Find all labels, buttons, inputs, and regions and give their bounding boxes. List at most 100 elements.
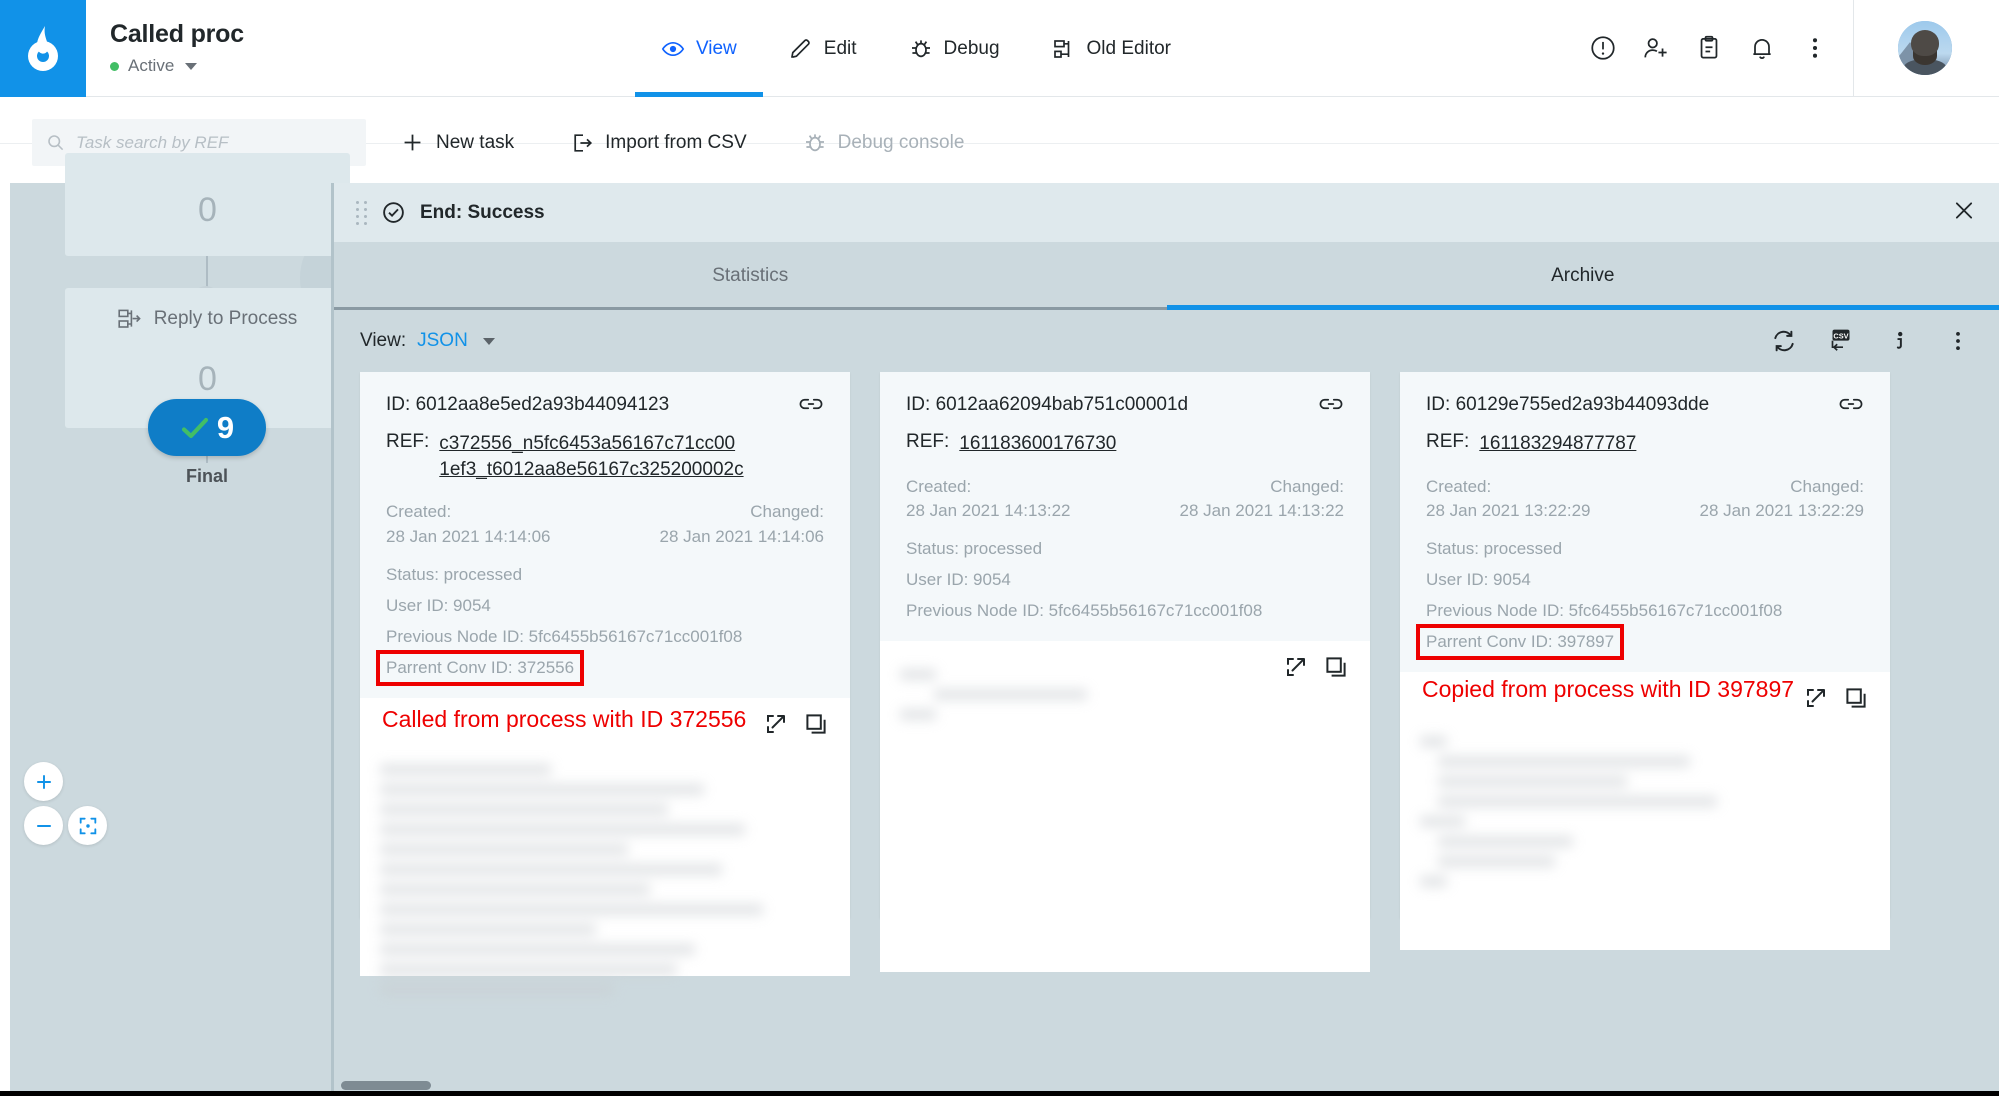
archive-card[interactable]: ID: 6012aa8e5ed2a93b44094123 REF: c37255…	[360, 372, 850, 995]
card-created-label: Created:	[386, 502, 452, 522]
archive-card[interactable]: ID: 60129e755ed2a93b44093dde REF: 161183…	[1400, 372, 1890, 950]
card-header: ID: 60129e755ed2a93b44093dde REF: 161183…	[1400, 372, 1890, 672]
card-created-label: Created:	[1426, 476, 1492, 496]
tab-old-editor[interactable]: Old Editor	[1026, 0, 1197, 97]
chevron-down-icon[interactable]	[482, 337, 495, 345]
canvas-final-node[interactable]: 9	[148, 399, 266, 456]
zoom-in-button[interactable]	[24, 762, 63, 801]
card-body[interactable]	[880, 640, 1370, 972]
main-nav: View Edit Debug Old Editor	[244, 0, 1588, 97]
overflow-menu-icon[interactable]	[1943, 326, 1973, 356]
new-task-button[interactable]: New task	[400, 130, 514, 155]
card-id-label: ID:	[386, 394, 411, 415]
tab-old-editor-label: Old Editor	[1086, 37, 1172, 59]
panel-tabs: Statistics Archive	[334, 242, 1999, 310]
canvas-node-1[interactable]: 0	[65, 153, 350, 256]
pencil-icon	[790, 38, 810, 58]
header-divider	[1853, 0, 1854, 97]
bell-icon[interactable]	[1747, 33, 1777, 63]
canvas-final-label: Final	[185, 466, 228, 486]
tab-edit[interactable]: Edit	[763, 0, 883, 97]
zoom-out-button[interactable]	[24, 806, 63, 845]
card-header: ID: 6012aa8e5ed2a93b44094123 REF: c37255…	[360, 372, 850, 698]
avatar[interactable]	[1877, 21, 1973, 75]
tab-statistics[interactable]: Statistics	[334, 242, 1167, 310]
check-circle-icon	[383, 202, 404, 223]
card-ref-value[interactable]: c372556_n5fc6453a56167c71cc001ef3_t6012a…	[439, 431, 744, 482]
link-icon[interactable]	[1828, 394, 1864, 419]
import-icon	[574, 133, 593, 152]
card-parent-conv-id-highlight: Parrent Conv ID: 397897	[1415, 623, 1625, 660]
drag-handle-icon[interactable]	[356, 200, 367, 225]
card-id: ID: 6012aa8e5ed2a93b44094123	[386, 394, 669, 416]
alert-circle-icon[interactable]	[1588, 33, 1618, 63]
copy-icon[interactable]	[1844, 686, 1868, 715]
svg-text:CSV: CSV	[1833, 331, 1848, 340]
view-format-select[interactable]: JSON	[417, 330, 468, 352]
debug-console-button[interactable]: Debug console	[803, 131, 964, 155]
card-created: Created: 28 Jan 2021 14:13:22	[906, 475, 1070, 524]
card-created: Created: 28 Jan 2021 14:14:06	[386, 500, 550, 549]
card-ref-label: REF:	[906, 431, 950, 452]
card-user-id: User ID: 9054	[1426, 569, 1531, 589]
overflow-menu-icon[interactable]	[1800, 33, 1830, 63]
tab-debug[interactable]: Debug	[883, 0, 1026, 97]
link-icon[interactable]	[1308, 394, 1344, 419]
card-body[interactable]: Copied from process with ID 397897	[1400, 671, 1890, 950]
tab-archive-label: Archive	[1551, 265, 1615, 286]
archive-panel: End: Success Statistics Archive View: JS…	[331, 183, 1999, 1096]
search-icon	[48, 135, 64, 151]
card-changed: Changed: 28 Jan 2021 14:13:22	[1180, 475, 1344, 524]
canvas-final-count: 9	[216, 409, 235, 445]
card-id-value: 60129e755ed2a93b44093dde	[1455, 394, 1710, 415]
card-json-preview	[380, 763, 830, 995]
info-icon[interactable]	[1885, 326, 1915, 356]
tab-archive[interactable]: Archive	[1166, 242, 1999, 310]
card-previous-node-id: Previous Node ID: 5fc6455b56167c71cc001f…	[906, 600, 1263, 620]
import-csv-button[interactable]: Import from CSV	[570, 131, 747, 155]
tab-view-label: View	[695, 37, 737, 59]
card-ref-value[interactable]: 161183294877787	[1479, 431, 1636, 457]
export-csv-icon[interactable]: CSV	[1827, 326, 1857, 356]
card-ref-value[interactable]: 161183600176730	[959, 431, 1116, 457]
link-icon[interactable]	[788, 394, 824, 419]
card-changed-value: 28 Jan 2021 14:14:06	[659, 526, 824, 546]
card-body[interactable]: Called from process with ID 372556	[360, 697, 850, 995]
expand-icon[interactable]	[1804, 686, 1828, 715]
focus-icon	[79, 817, 96, 834]
status-selector[interactable]: Active	[110, 56, 244, 76]
card-annotation: Copied from process with ID 397897	[1422, 675, 1795, 702]
card-status: Status: processed	[1426, 538, 1563, 558]
tab-statistics-label: Statistics	[712, 265, 789, 286]
archive-cards[interactable]: ID: 6012aa8e5ed2a93b44094123 REF: c37255…	[334, 372, 1999, 1096]
archive-card[interactable]: ID: 6012aa62094bab751c00001d REF: 161183…	[880, 372, 1370, 972]
app-logo[interactable]	[0, 0, 86, 97]
plus-icon	[404, 134, 421, 151]
card-id: ID: 6012aa62094bab751c00001d	[906, 394, 1188, 416]
import-csv-label: Import from CSV	[605, 131, 747, 153]
scrollbar-thumb[interactable]	[341, 1081, 431, 1090]
refresh-icon[interactable]	[1769, 326, 1799, 356]
clipboard-icon[interactable]	[1694, 33, 1724, 63]
card-header: ID: 6012aa62094bab751c00001d REF: 161183…	[880, 372, 1370, 641]
copy-icon[interactable]	[804, 712, 828, 741]
card-changed-label: Changed:	[1270, 476, 1344, 496]
card-created-value: 28 Jan 2021 13:22:29	[1426, 501, 1591, 521]
search-placeholder: Task search by REF	[76, 132, 229, 152]
fit-to-screen-button[interactable]	[68, 806, 107, 845]
canvas-node-2-label: Reply to Process	[153, 308, 298, 329]
canvas-left-strip	[0, 183, 10, 1096]
card-changed-label: Changed:	[1790, 476, 1864, 496]
horizontal-scrollbar[interactable]	[331, 1081, 1999, 1090]
tab-view[interactable]: View	[634, 0, 763, 97]
canvas-node-1-count: 0	[198, 191, 217, 229]
tab-edit-label: Edit	[823, 37, 857, 59]
add-user-icon[interactable]	[1641, 33, 1671, 63]
new-task-label: New task	[436, 131, 515, 153]
status-dot	[110, 61, 119, 71]
expand-icon[interactable]	[764, 712, 788, 741]
reply-to-process-icon	[118, 309, 141, 328]
tab-debug-label: Debug	[943, 37, 1000, 59]
close-icon[interactable]	[1951, 197, 1977, 228]
card-id-label: ID:	[1426, 394, 1451, 415]
